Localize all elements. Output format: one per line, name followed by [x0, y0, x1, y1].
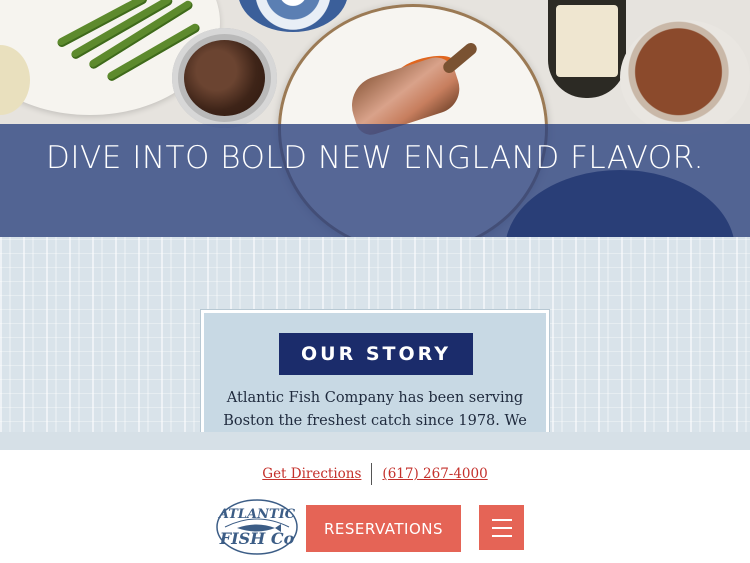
hero-headline: DIVE INTO BOLD NEW ENGLAND FLAVOR.	[46, 140, 704, 176]
section-fade	[0, 432, 750, 450]
atlantic-fish-co-logo[interactable]: ATLANTIC FISH Co	[215, 497, 299, 557]
hamburger-icon	[491, 534, 512, 537]
phone-link[interactable]: (617) 267-4000	[382, 466, 487, 482]
story-text-line: Atlantic Fish Company has been serving	[226, 390, 524, 406]
story-text: Atlantic Fish Company has been serving B…	[218, 387, 532, 433]
story-title: OUR STORY	[279, 333, 473, 375]
hamburger-icon	[491, 526, 512, 529]
wine-label-image	[556, 5, 618, 77]
logo-text-top: ATLANTIC	[217, 507, 296, 522]
blue-bowl-image	[238, 0, 348, 32]
get-directions-link[interactable]: Get Directions	[262, 466, 361, 482]
sticky-footer-bar: Get Directions (617) 267-4000 ATLANTIC F…	[0, 450, 750, 563]
reservations-button[interactable]: RESERVATIONS	[306, 505, 461, 552]
story-card: OUR STORY Atlantic Fish Company has been…	[200, 309, 550, 450]
story-text-line: Boston the freshest catch since 1978. We	[223, 413, 527, 429]
hero-banner: DIVE INTO BOLD NEW ENGLAND FLAVOR.	[0, 0, 750, 237]
link-divider	[371, 463, 373, 485]
mushroom-pan-image	[172, 28, 277, 128]
hamburger-icon	[491, 518, 512, 521]
logo-text-bottom: FISH Co	[219, 529, 295, 548]
red-wine-glass-image	[620, 20, 750, 135]
menu-button[interactable]	[479, 505, 524, 550]
story-section: OUR STORY Atlantic Fish Company has been…	[0, 237, 750, 450]
contact-links: Get Directions (617) 267-4000	[0, 462, 750, 486]
